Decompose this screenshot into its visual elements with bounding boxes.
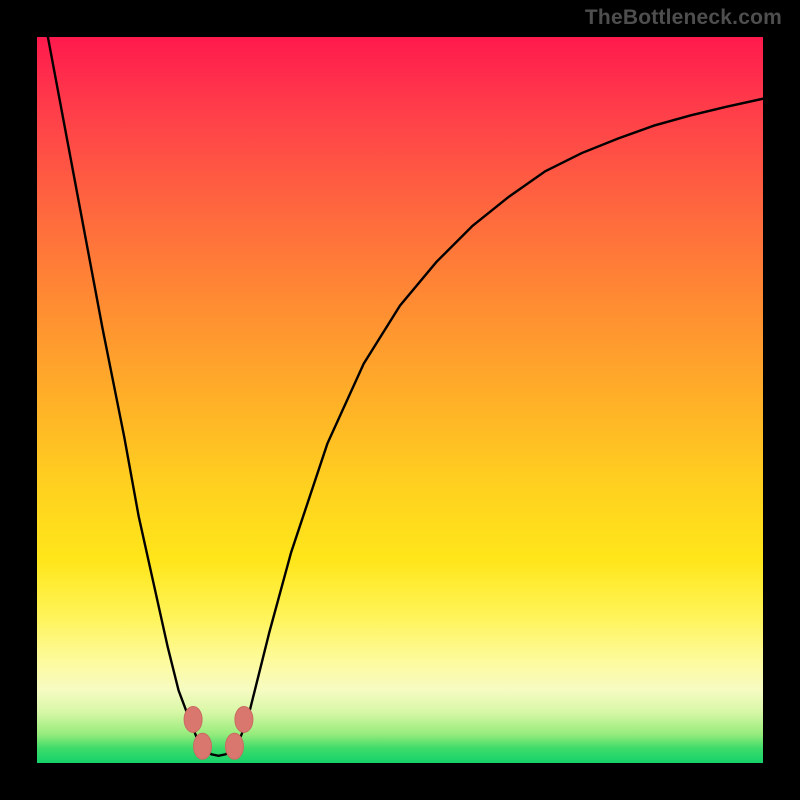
bottleneck-curve bbox=[37, 0, 763, 756]
min-marker bbox=[235, 706, 253, 732]
curve-layer bbox=[37, 37, 763, 763]
min-marker bbox=[225, 733, 243, 759]
min-marker bbox=[194, 733, 212, 759]
plot-area bbox=[37, 37, 763, 763]
min-marker bbox=[184, 706, 202, 732]
chart-root: TheBottleneck.com bbox=[0, 0, 800, 800]
watermark-text: TheBottleneck.com bbox=[585, 6, 782, 30]
